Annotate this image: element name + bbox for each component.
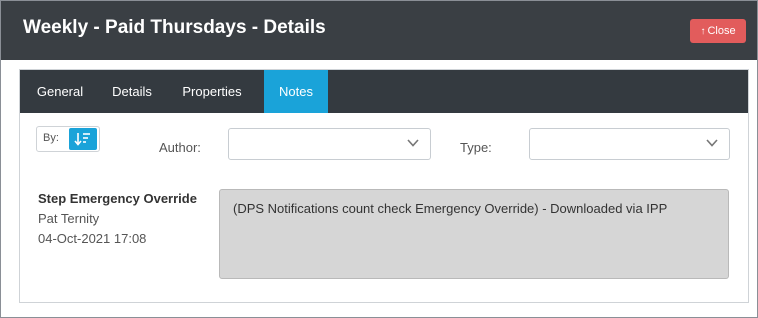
tab-bar: General Details Properties Notes (20, 70, 748, 113)
details-panel: General Details Properties Notes By: Aut… (19, 69, 749, 303)
close-button-label: Close (707, 25, 736, 37)
note-title: Step Emergency Override (38, 191, 197, 206)
notes-tab-content: By: Author: Type: Step Emergency Overrid… (20, 113, 748, 302)
sort-descending-icon (74, 133, 90, 146)
tab-properties[interactable]: Properties (174, 70, 250, 113)
arrow-up-icon: ↑ (700, 26, 706, 37)
sort-toggle: By: (36, 126, 100, 152)
note-text-box[interactable]: (DPS Notifications count check Emergency… (219, 189, 729, 279)
dialog-title: Weekly - Paid Thursdays - Details (23, 17, 326, 38)
author-select[interactable] (228, 128, 431, 160)
details-dialog: Weekly - Paid Thursdays - Details ↑ Close… (0, 0, 758, 318)
note-author: Pat Ternity (38, 211, 100, 226)
close-button[interactable]: ↑ Close (690, 19, 746, 43)
author-label: Author: (159, 140, 201, 155)
sort-by-label: By: (43, 132, 59, 144)
note-text: (DPS Notifications count check Emergency… (233, 201, 668, 216)
note-metadata: Step Emergency Override Pat Ternity 04-O… (38, 189, 218, 249)
note-date: 04-Oct-2021 17:08 (38, 231, 147, 246)
dialog-header: Weekly - Paid Thursdays - Details ↑ Close (1, 1, 757, 60)
type-label: Type: (460, 140, 492, 155)
tab-general[interactable]: General (28, 70, 92, 113)
tab-notes[interactable]: Notes (264, 70, 328, 113)
chevron-down-icon (407, 139, 419, 147)
chevron-down-icon (706, 139, 718, 147)
type-select[interactable] (529, 128, 730, 160)
tab-details[interactable]: Details (106, 70, 158, 113)
sort-order-button[interactable] (69, 128, 97, 150)
